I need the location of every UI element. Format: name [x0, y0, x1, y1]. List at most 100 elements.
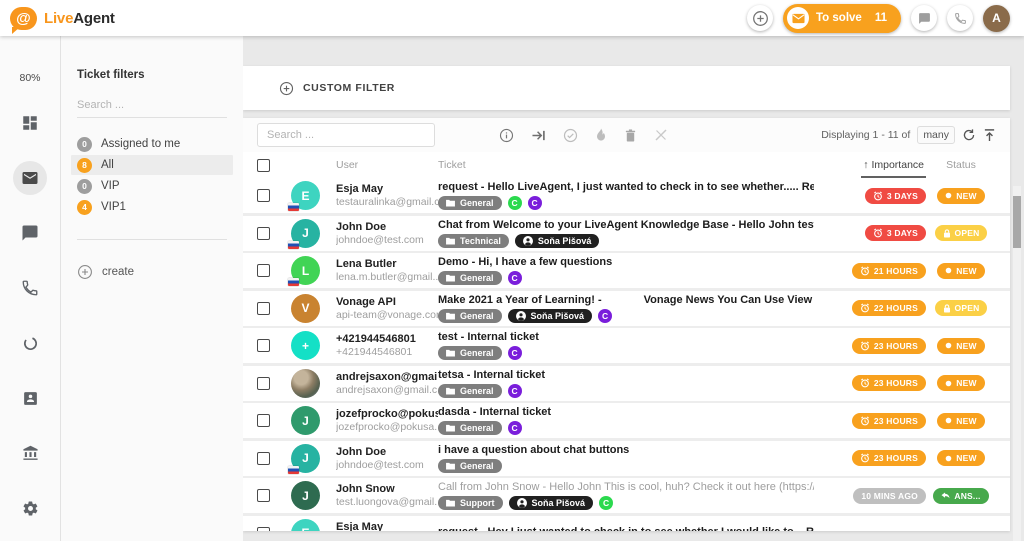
merge-icon[interactable]: [654, 128, 668, 142]
user-email: jozefprocko@pokusa....: [336, 421, 438, 433]
row-checkbox[interactable]: [257, 414, 270, 427]
importance-badge: 23 HOURS: [852, 375, 926, 391]
sidebar-item-contacts[interactable]: [13, 381, 47, 415]
ticket-subject[interactable]: tetsa - Internal ticket: [438, 369, 814, 381]
tickets-icon: [21, 169, 39, 187]
ticket-subject[interactable]: Demo - Hi, I have a few questions: [438, 256, 814, 268]
status-badge: NEW: [937, 338, 984, 354]
ticket-subject[interactable]: test - Internal ticket: [438, 331, 814, 343]
ticket-list-card: Displaying 1 - 11 of many User Ticket ↑ …: [243, 118, 1010, 531]
ticket-subject[interactable]: Chat from Welcome to your LiveAgent Know…: [438, 219, 814, 231]
add-icon: [752, 10, 769, 27]
row-checkbox[interactable]: [257, 377, 270, 390]
contacts-icon: [22, 390, 39, 407]
ticket-row[interactable]: V Vonage API api-team@vonage.com Make 20…: [243, 291, 1010, 326]
ticket-subject[interactable]: request - Hello LiveAgent, I just wanted…: [438, 181, 814, 193]
create-filter-button[interactable]: create: [77, 264, 227, 280]
ticket-rows: E Esja May testauralinka@gmail.c... requ…: [243, 178, 1010, 531]
ticket-tags: GeneralC: [438, 421, 814, 435]
ticket-tags: GeneralC: [438, 384, 814, 398]
create-filter-label: create: [102, 266, 134, 278]
brand-text: LiveAgent: [44, 10, 115, 27]
row-checkbox[interactable]: [257, 264, 270, 277]
user-avatar[interactable]: A: [983, 5, 1010, 32]
new-dot-icon: [945, 267, 952, 274]
scrollbar-track[interactable]: [1013, 186, 1021, 541]
refresh-icon[interactable]: [962, 128, 976, 142]
sidebar-item-calls[interactable]: [13, 271, 47, 305]
sidebar-item-company[interactable]: [13, 436, 47, 470]
info-icon[interactable]: [499, 128, 514, 143]
scroll-top-icon[interactable]: [983, 128, 996, 142]
row-checkbox[interactable]: [257, 452, 270, 465]
ticket-row[interactable]: J jozefprocko@pokusa.... jozefprocko@pok…: [243, 403, 1010, 438]
scrollbar-thumb[interactable]: [1013, 196, 1021, 248]
sidebar-item-settings[interactable]: [13, 491, 47, 525]
resolve-icon[interactable]: [563, 128, 578, 143]
user-name: John Doe: [336, 446, 438, 458]
importance-badge: 21 HOURS: [852, 263, 926, 279]
ticket-search-input[interactable]: [257, 123, 435, 147]
sidebar-item-chats[interactable]: [13, 216, 47, 250]
user-name: Esja May: [336, 183, 438, 195]
filter-item-all[interactable]: 8 All: [71, 155, 233, 175]
sidebar-item-tickets[interactable]: [13, 161, 47, 195]
transfer-icon[interactable]: [531, 129, 546, 142]
alarm-clock-icon: [860, 416, 870, 426]
custom-filter-button[interactable]: CUSTOM FILTER: [243, 66, 1010, 110]
settings-icon: [22, 500, 39, 517]
c-tag: C: [508, 271, 522, 285]
filter-item-vip1[interactable]: 4 VIP1: [71, 197, 233, 217]
ticket-row[interactable]: E Esja May testauralinka@gmail.c... requ…: [243, 516, 1010, 532]
ticket-subject[interactable]: i have a question about chat buttons: [438, 444, 814, 456]
row-checkbox[interactable]: [257, 339, 270, 352]
row-checkbox[interactable]: [257, 227, 270, 240]
ticket-subject[interactable]: dasda - Internal ticket: [438, 406, 814, 418]
column-importance-sort[interactable]: ↑ Importance: [861, 153, 926, 178]
folder-icon: [446, 237, 455, 245]
reply-icon: [941, 492, 950, 500]
c-tag: C: [508, 346, 522, 360]
ticket-row[interactable]: E Esja May testauralinka@gmail.c... requ…: [243, 178, 1010, 213]
row-checkbox[interactable]: [257, 527, 270, 532]
new-dot-icon: [945, 417, 952, 424]
company-icon: [22, 445, 39, 462]
importance-badge: 22 HOURS: [852, 300, 926, 316]
select-all-checkbox[interactable]: [257, 159, 270, 172]
delete-icon[interactable]: [624, 128, 637, 143]
row-checkbox[interactable]: [257, 302, 270, 315]
ticket-row[interactable]: L Lena Butler lena.m.butler@gmail.... De…: [243, 253, 1010, 288]
ticket-subject[interactable]: request - Hey I just wanted to check in …: [438, 526, 814, 532]
ticket-row[interactable]: J John Snow test.luongova@gmail... Call …: [243, 478, 1010, 513]
topbar-actions: To solve 11 A: [747, 4, 1024, 33]
c-tag: C: [508, 196, 522, 210]
calls-button[interactable]: [947, 5, 973, 31]
sidebar-item-online-status[interactable]: [13, 326, 47, 360]
to-solve-button[interactable]: To solve 11: [783, 4, 901, 33]
alarm-clock-icon: [873, 228, 883, 238]
filter-item-vip[interactable]: 0 VIP: [71, 176, 233, 196]
folder-icon: [446, 424, 455, 432]
ticket-row[interactable]: J John Doe johndoe@test.com Chat from We…: [243, 216, 1010, 251]
ticket-row[interactable]: andrejsaxon@gmail.c... andrejsaxon@gmail…: [243, 366, 1010, 401]
spam-icon[interactable]: [595, 128, 607, 143]
row-checkbox[interactable]: [257, 189, 270, 202]
agent-tag: Soňa Pišová: [515, 234, 600, 248]
logo-bubble-icon: @: [10, 7, 37, 30]
status-badge: NEW: [937, 413, 984, 429]
ticket-row[interactable]: + +421944546801 +421944546801 test - Int…: [243, 328, 1010, 363]
sidebar-item-dashboard[interactable]: [13, 106, 47, 140]
chats-button[interactable]: [911, 5, 937, 31]
ticket-subject[interactable]: Make 2021 a Year of Learning! -Vonage Ne…: [438, 294, 814, 306]
ticket-row[interactable]: J John Doe johndoe@test.com i have a que…: [243, 441, 1010, 476]
filters-search-input[interactable]: [77, 95, 227, 118]
add-button[interactable]: [747, 5, 773, 31]
user-email: test.luongova@gmail...: [336, 496, 438, 508]
ticket-subject[interactable]: Call from John Snow - Hello John This is…: [438, 481, 814, 493]
person-icon: [516, 311, 526, 321]
row-checkbox[interactable]: [257, 489, 270, 502]
importance-badge: 10 MINS AGO: [853, 488, 926, 504]
chat-icon: [918, 12, 931, 25]
filter-item-assigned-to-me[interactable]: 0 Assigned to me: [71, 134, 233, 154]
displaying-count[interactable]: many: [917, 126, 955, 144]
